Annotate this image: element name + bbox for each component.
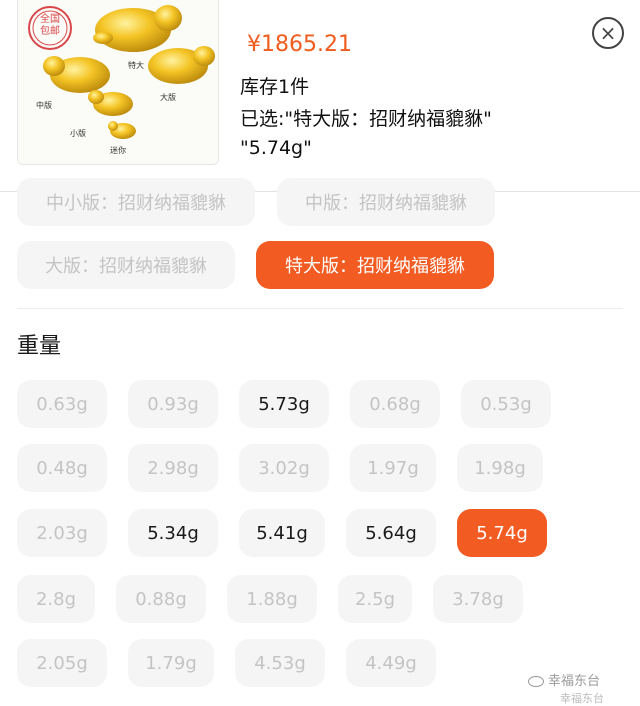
weight-option[interactable]: 4.53g [235, 639, 325, 687]
image-label: 中版 [36, 101, 52, 110]
watermark: 幸福东台 [528, 670, 600, 689]
weight-option[interactable]: 0.93g [128, 380, 218, 428]
weight-option[interactable]: 1.88g [227, 575, 317, 623]
image-label: 小版 [70, 129, 86, 138]
watermark-secondary: 幸福东台 [560, 692, 604, 705]
weight-option-label: 2.05g [36, 652, 88, 674]
section-divider [17, 308, 623, 309]
stock-count: 库存1件 [240, 76, 310, 98]
weight-option[interactable]: 2.5g [338, 575, 412, 623]
weight-option[interactable]: 0.48g [17, 444, 107, 492]
weight-option-label: 5.73g [258, 393, 310, 415]
weight-option-label: 3.02g [258, 457, 310, 479]
weight-option[interactable]: 0.63g [17, 380, 107, 428]
weight-option[interactable]: 1.79g [128, 639, 214, 687]
weight-option-label: 4.53g [254, 652, 306, 674]
image-label: 特大 [128, 61, 144, 70]
weight-option-label: 0.68g [369, 393, 421, 415]
weight-option-label: 1.97g [367, 457, 419, 479]
style-option-selected[interactable]: 特大版：招财纳福貔貅 [256, 241, 494, 289]
style-option[interactable]: 中版：招财纳福貔貅 [277, 178, 495, 226]
weight-option-label: 5.74g [476, 522, 528, 544]
weight-option-label: 5.41g [256, 522, 308, 544]
weight-option[interactable]: 5.41g [239, 509, 325, 557]
weight-option-label: 3.78g [452, 588, 504, 610]
watermark-text: 幸福东台 [548, 674, 601, 689]
image-label: 大版 [160, 93, 176, 102]
style-option[interactable]: 大版：招财纳福貔貅 [17, 241, 235, 289]
weight-option-label: 0.88g [135, 588, 187, 610]
weight-option[interactable]: 5.64g [346, 509, 436, 557]
weight-option-label: 2.8g [35, 588, 77, 610]
selected-variant-weight: "5.74g" [240, 137, 312, 159]
weight-option-label: 2.03g [36, 522, 88, 544]
style-option-label: 大版：招财纳福貔貅 [45, 256, 207, 277]
weight-option-label: 2.98g [147, 457, 199, 479]
weight-option[interactable]: 5.73g [239, 380, 329, 428]
weight-option[interactable]: 3.02g [239, 444, 329, 492]
selected-variant-summary: 已选:"特大版：招财纳福貔貅" "5.74g" [240, 105, 580, 163]
weight-option-label: 5.64g [365, 522, 417, 544]
weight-option[interactable]: 5.34g [128, 509, 218, 557]
weight-option[interactable]: 2.05g [17, 639, 107, 687]
image-stamp: 全国包邮 [40, 14, 60, 37]
weight-option[interactable]: 0.53g [461, 380, 551, 428]
weight-option[interactable]: 1.98g [457, 444, 543, 492]
weight-option[interactable]: 4.49g [346, 639, 436, 687]
image-label: 迷你 [110, 146, 126, 155]
weight-option-label: 0.53g [480, 393, 532, 415]
weight-option[interactable]: 2.8g [17, 575, 95, 623]
weight-section-title: 重量 [17, 334, 62, 359]
product-thumbnail: 全国包邮 特大 大版 中版 小版 迷你 [17, 0, 219, 165]
style-option-label: 中版：招财纳福貔貅 [305, 193, 467, 214]
weight-option-label: 4.49g [365, 652, 417, 674]
wechat-icon [528, 676, 544, 687]
style-option[interactable]: 中小版：招财纳福貔貅 [17, 178, 255, 226]
weight-option-label: 2.5g [354, 588, 396, 610]
weight-option-selected[interactable]: 5.74g [457, 509, 547, 557]
weight-option[interactable]: 0.68g [350, 380, 440, 428]
product-price: ¥1865.21 [247, 32, 352, 57]
weight-option-label: 0.48g [36, 457, 88, 479]
close-button[interactable]: × [592, 17, 624, 49]
style-option-label: 特大版：招财纳福貔貅 [285, 256, 465, 277]
style-option-label: 中小版：招财纳福貔貅 [46, 193, 226, 214]
weight-option-label: 0.63g [36, 393, 88, 415]
weight-option-label: 1.79g [145, 652, 197, 674]
weight-option-label: 0.93g [147, 393, 199, 415]
weight-option-label: 1.98g [474, 457, 526, 479]
weight-option[interactable]: 3.78g [433, 575, 523, 623]
weight-option[interactable]: 0.88g [116, 575, 206, 623]
weight-option-label: 5.34g [147, 522, 199, 544]
selected-variant-style: 已选:"特大版：招财纳福貔貅" [240, 108, 492, 130]
weight-option[interactable]: 1.97g [350, 444, 436, 492]
weight-option[interactable]: 2.03g [17, 509, 107, 557]
product-summary-header: 全国包邮 特大 大版 中版 小版 迷你 ¥1865.21 库存1件 已选:"特大… [0, 0, 640, 192]
weight-option[interactable]: 2.98g [128, 444, 218, 492]
weight-option-label: 1.88g [246, 588, 298, 610]
close-icon: × [599, 21, 617, 45]
